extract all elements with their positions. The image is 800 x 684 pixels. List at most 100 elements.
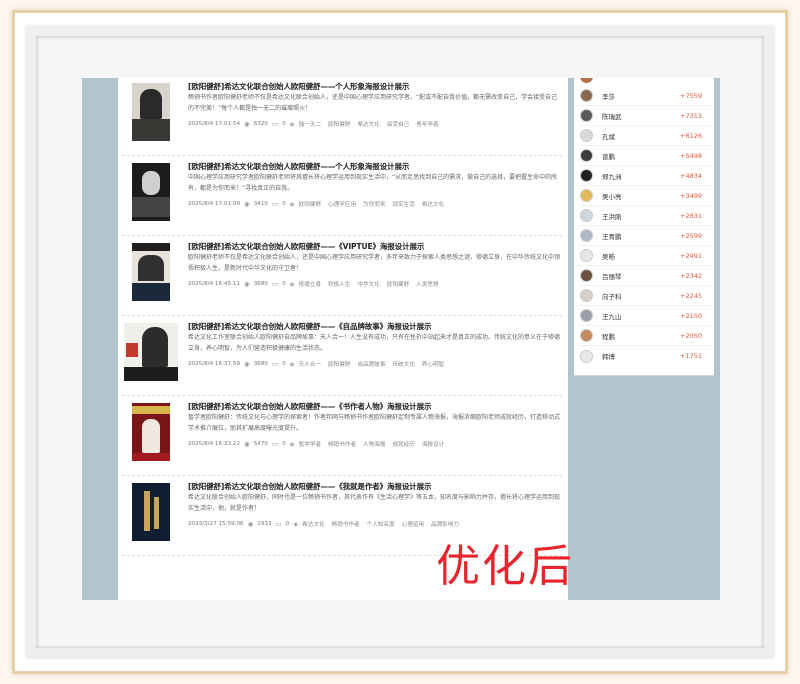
ranking-row[interactable]: 韩博 +1751	[578, 346, 712, 366]
article-thumbnail[interactable]	[132, 243, 170, 301]
ranking-row[interactable]: 程鹏 +2050	[578, 326, 712, 346]
avatar[interactable]	[580, 189, 593, 202]
avatar[interactable]	[580, 209, 593, 222]
article-views: 1933	[257, 521, 272, 527]
article-tag[interactable]: 海报设计	[422, 440, 444, 448]
article-tag[interactable]: 心理运用	[402, 520, 424, 528]
ranking-name[interactable]: 韩博	[602, 351, 662, 361]
ranking-row[interactable]: 王洪刚 +2631	[578, 206, 712, 226]
article-thumbnail[interactable]	[132, 483, 170, 541]
ranking-row[interactable]: 李莎 +7559	[578, 86, 712, 106]
article-tag[interactable]: 品牌影响力	[431, 520, 459, 528]
ranking-name[interactable]: 郑九洲	[602, 171, 662, 181]
avatar[interactable]	[580, 129, 593, 142]
article-thumbnail[interactable]	[132, 163, 170, 221]
article-tag[interactable]: 现实生活	[392, 200, 414, 208]
article-comments: 0	[282, 281, 286, 287]
avatar[interactable]	[580, 229, 593, 242]
article-title[interactable]: [欧阳健舒]希达文化联合创始人欧阳健舒——《我就是作者》海报设计展示	[188, 481, 560, 492]
article-title[interactable]: [欧阳健舒]希达文化联合创始人欧阳健舒——个人形象海报设计展示	[188, 81, 560, 92]
tag-icon: ◈	[293, 520, 299, 528]
ranking-name[interactable]: 李莎	[602, 91, 662, 101]
avatar[interactable]	[580, 349, 593, 363]
article-tag[interactable]: 养心明智	[422, 360, 444, 368]
article-thumbnail[interactable]	[132, 403, 170, 461]
avatar[interactable]	[580, 89, 593, 102]
avatar[interactable]	[580, 289, 593, 302]
ranking-name[interactable]: 孔斌	[602, 131, 662, 141]
ranking-row[interactable]: 陈瑞武 +7313	[578, 106, 712, 126]
article-tag[interactable]: 中华文化	[357, 280, 379, 288]
article-tag[interactable]: 人物海报	[363, 440, 385, 448]
article-views: 6320	[253, 121, 268, 127]
avatar[interactable]	[580, 329, 593, 342]
article-item[interactable]: [欧阳健舒]希达文化联合创始人欧阳健舒——个人形象海报设计展示 中国心理学应用研…	[122, 158, 562, 236]
ranking-name[interactable]: 王洪刚	[602, 211, 662, 221]
article-tag[interactable]: 个人知名度	[367, 520, 395, 528]
article-tag[interactable]: 修德立身	[299, 280, 321, 288]
article-item[interactable]: [欧阳健舒]希达文化联合创始人欧阳健舒——《书作者人物》海报设计展示 暂学者欧阳…	[122, 398, 562, 476]
article-tag[interactable]: 接受自己	[387, 120, 409, 128]
ranking-row[interactable]: 吕丽琴 +2342	[578, 266, 712, 286]
article-item[interactable]: [欧阳健舒]希达文化联合创始人欧阳健舒——《自品牌故事》海报设计展示 希达文化工…	[122, 318, 562, 396]
avatar[interactable]	[580, 109, 593, 122]
article-tag[interactable]: 希达文化	[422, 200, 444, 208]
article-summary: 中国心理学应用研究学者欧阳健舒老师将其擅长将心理学运用到现实生活中，“从而走思找…	[188, 174, 558, 192]
article-tag[interactable]: 天人合一	[299, 360, 321, 368]
article-tag[interactable]: 希达文化	[302, 520, 324, 528]
article-tag[interactable]: 欧阳健舒	[328, 360, 350, 368]
article-title[interactable]: [欧阳健舒]希达文化联合创始人欧阳健舒——个人形象海报设计展示	[188, 161, 560, 172]
article-title[interactable]: [欧阳健舒]希达文化联合创始人欧阳健舒——《书作者人物》海报设计展示	[188, 401, 560, 412]
ranking-row[interactable]: 吴小亮 +3499	[578, 186, 712, 206]
article-views: 5470	[253, 441, 268, 447]
avatar[interactable]	[580, 149, 593, 162]
article-tag[interactable]: 独一无二	[299, 120, 321, 128]
article-tag[interactable]: 为你而来	[363, 200, 385, 208]
ranking-name[interactable]: 王九山	[602, 311, 662, 321]
ranking-name[interactable]: 王青鹏	[602, 231, 662, 241]
ranking-name[interactable]: 吴小亮	[602, 191, 662, 201]
article-item[interactable]: [欧阳健舒]希达文化联合创始人欧阳健舒——个人形象海报设计展示 畅销书作者欧阳健…	[122, 78, 562, 156]
article-tag[interactable]: 暂学学者	[299, 440, 321, 448]
ranking-row[interactable]: 郑九洲 +4834	[578, 166, 712, 186]
eye-icon: ◉	[247, 520, 254, 528]
ranking-name[interactable]: 曾鹏	[602, 151, 662, 161]
ranking-name[interactable]: 程鹏	[602, 331, 662, 341]
article-date: 2023/3/27 15:59:06	[188, 521, 244, 527]
article-tag[interactable]: 心理学应用	[328, 200, 356, 208]
article-thumbnail[interactable]	[132, 83, 170, 141]
ranking-row[interactable]: 曾鹏 +5498	[578, 146, 712, 166]
ranking-name[interactable]: 陈瑞武	[602, 111, 662, 121]
ranking-row[interactable]: 王青鹏 +2599	[578, 226, 712, 246]
ranking-row[interactable]: 孔斌 +6126	[578, 126, 712, 146]
avatar[interactable]	[580, 249, 593, 262]
article-meta: 2025/8/4 17:01:09 ◉ 3410 ▭ 0 ◈ 欧阳健舒 心理学应…	[188, 199, 562, 209]
article-item[interactable]: [欧阳健舒]希达文化联合创始人欧阳健舒——《VIPTUE》海报设计展示 欧阳健舒…	[122, 238, 562, 316]
eye-icon: ◉	[244, 200, 250, 208]
article-tag[interactable]: 积极人生	[328, 280, 350, 288]
article-tag[interactable]: 人类思想	[416, 280, 438, 288]
avatar[interactable]	[580, 269, 593, 282]
article-tag[interactable]: 希达文化	[357, 120, 379, 128]
article-tag[interactable]: 畅销书作者	[332, 520, 360, 528]
article-tag[interactable]: 成就经历	[392, 440, 414, 448]
ranking-name[interactable]: 吴皓	[602, 251, 662, 261]
article-tag[interactable]: 欧阳健舒	[328, 120, 350, 128]
article-tag[interactable]: 青年学者	[416, 120, 438, 128]
article-title[interactable]: [欧阳健舒]希达文化联合创始人欧阳健舒——《自品牌故事》海报设计展示	[188, 321, 560, 332]
article-tag[interactable]: 欧阳健舒	[299, 200, 321, 208]
ranking-score: +2342	[680, 271, 702, 280]
article-thumbnail[interactable]	[124, 323, 178, 381]
ranking-name[interactable]: 吕丽琴	[602, 271, 662, 281]
ranking-name[interactable]: 向子科	[602, 291, 662, 301]
article-tag[interactable]: 自品牌故事	[357, 360, 385, 368]
ranking-row[interactable]: 吴皓 +2491	[578, 246, 712, 266]
article-tag[interactable]: 畅销书作者	[328, 440, 356, 448]
article-title[interactable]: [欧阳健舒]希达文化联合创始人欧阳健舒——《VIPTUE》海报设计展示	[188, 241, 560, 252]
article-tag[interactable]: 欧阳健舒	[387, 280, 409, 288]
avatar[interactable]	[580, 169, 593, 182]
ranking-row[interactable]: 王九山 +2150	[578, 306, 712, 326]
ranking-row[interactable]: 向子科 +2245	[578, 286, 712, 306]
article-tag[interactable]: 传统文化	[392, 360, 414, 368]
avatar[interactable]	[580, 309, 593, 322]
